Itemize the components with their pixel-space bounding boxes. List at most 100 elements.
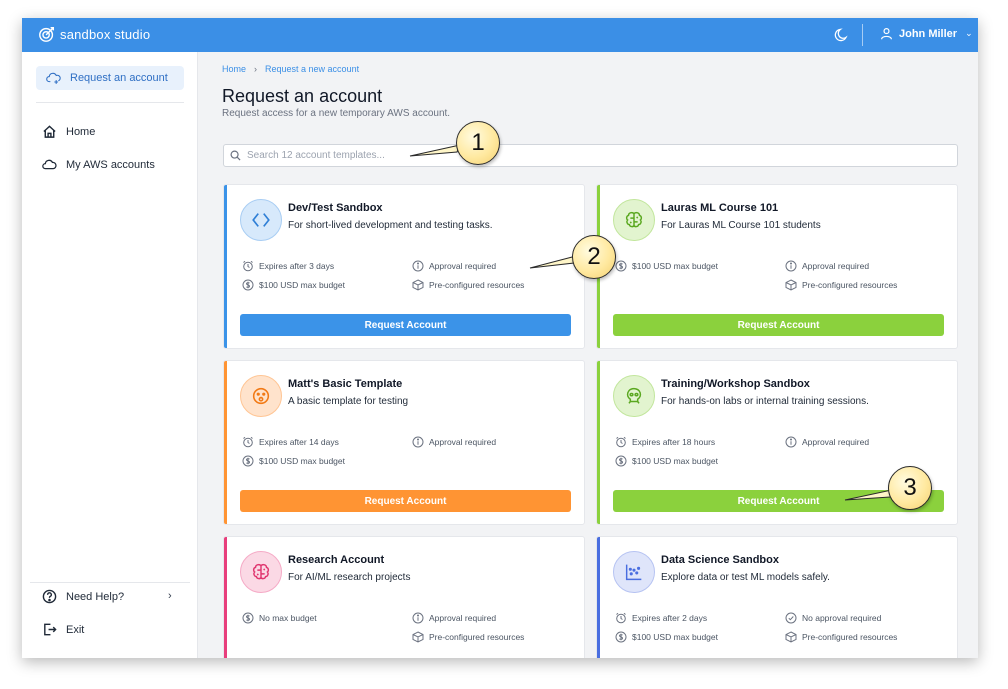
user-icon <box>881 28 892 40</box>
sidebar-item-need-help[interactable]: Need Help? <box>42 589 124 604</box>
dollar-circle-icon <box>615 455 627 467</box>
template-card-dev-test-sandbox[interactable]: Dev/Test Sandbox For short-lived develop… <box>223 184 585 349</box>
card-feature: Pre-configured resources <box>785 631 897 643</box>
sidebar: Request an account Home My AWS accounts … <box>22 52 198 658</box>
card-feature: Pre-configured resources <box>785 279 897 291</box>
cube-icon <box>412 631 424 643</box>
dollar-circle-icon <box>615 260 627 272</box>
card-description: A basic template for testing <box>288 396 409 407</box>
request-account-button[interactable]: Request Account <box>240 314 571 336</box>
card-description: For Lauras ML Course 101 students <box>661 220 821 231</box>
alarm-clock-icon <box>243 436 253 448</box>
card-title: Lauras ML Course 101 <box>661 202 779 214</box>
card-title: Data Science Sandbox <box>661 554 779 566</box>
check-circle-icon <box>785 612 797 624</box>
sidebar-item-label: Exit <box>66 623 85 636</box>
info-circle-icon <box>412 260 424 272</box>
dollar-circle-icon <box>242 279 254 291</box>
card-feature: No max budget <box>242 612 317 624</box>
card-feature: Expires after 14 days <box>242 436 339 448</box>
request-account-button[interactable]: Request Account <box>613 314 944 336</box>
card-description: Explore data or test ML models safely. <box>661 572 830 583</box>
chevron-right-icon: › <box>168 590 172 602</box>
sidebar-item-my-aws-accounts[interactable]: My AWS accounts <box>42 157 155 172</box>
cube-icon <box>785 631 797 643</box>
sidebar-item-label: Need Help? <box>66 590 125 603</box>
help-circle-icon <box>42 589 57 604</box>
chevron-right-icon: › <box>254 64 258 74</box>
card-icon <box>613 199 655 241</box>
sidebar-item-label: My AWS accounts <box>66 158 155 171</box>
breadcrumb: Home › Request a new account <box>222 64 359 74</box>
cloud-plus-icon <box>46 72 61 84</box>
cube-icon <box>785 279 797 291</box>
sidebar-item-home[interactable]: Home <box>42 124 95 139</box>
surprised-face-icon <box>252 387 270 405</box>
breadcrumb-current[interactable]: Request a new account <box>265 64 359 74</box>
card-feature: $100 USD max budget <box>615 455 718 467</box>
app-window: sandbox studio John Miller ⌄ Request an … <box>22 18 978 658</box>
breadcrumb-home-link[interactable]: Home <box>222 64 246 74</box>
alarm-clock-icon <box>243 260 253 272</box>
card-accent-bar <box>597 537 600 658</box>
search-box[interactable] <box>223 144 958 167</box>
card-feature: Approval required <box>785 260 869 272</box>
info-circle-icon <box>412 436 424 448</box>
callout-badge-3: 3 <box>888 466 932 510</box>
card-title: Dev/Test Sandbox <box>288 202 383 214</box>
top-bar: sandbox studio John Miller ⌄ <box>22 18 978 52</box>
info-circle-icon <box>412 612 424 624</box>
card-feature: Approval required <box>785 436 869 448</box>
alien-icon <box>626 387 642 404</box>
card-feature: No approval required <box>785 612 881 624</box>
card-description: For short-lived development and testing … <box>288 220 493 231</box>
user-name: John Miller <box>899 27 958 40</box>
sidebar-item-exit[interactable]: Exit <box>42 622 84 637</box>
template-card-lauras-ml-course[interactable]: Lauras ML Course 101 For Lauras ML Cours… <box>596 184 958 349</box>
card-accent-bar <box>224 361 227 524</box>
card-feature: Approval required <box>412 260 496 272</box>
home-icon <box>43 125 56 138</box>
dollar-circle-icon <box>615 631 627 643</box>
search-input[interactable] <box>247 150 927 161</box>
callout-badge-1: 1 <box>456 121 500 165</box>
request-account-nav-button[interactable]: Request an account <box>36 66 184 90</box>
page-title: Request an account <box>222 86 383 106</box>
search-icon <box>230 150 241 161</box>
sidebar-divider <box>30 582 190 583</box>
card-title: Training/Workshop Sandbox <box>661 378 810 390</box>
card-feature: $100 USD max budget <box>615 260 718 272</box>
main-content: Home › Request a new account Request an … <box>198 52 978 658</box>
card-description: For hands-on labs or internal training s… <box>661 396 869 407</box>
brain-icon <box>625 211 643 228</box>
page-subtitle: Request access for a new temporary AWS a… <box>222 108 451 119</box>
card-icon <box>613 551 655 593</box>
info-circle-icon <box>785 436 797 448</box>
card-feature: Expires after 2 days <box>615 612 707 624</box>
app-name: sandbox studio <box>60 26 151 42</box>
card-feature: Expires after 3 days <box>242 260 334 272</box>
chevron-down-icon: ⌄ <box>965 28 973 38</box>
request-account-button[interactable]: Request Account <box>240 490 571 512</box>
template-card-research-account[interactable]: Research Account For AI/ML research proj… <box>223 536 585 658</box>
card-feature: $100 USD max budget <box>615 631 718 643</box>
card-accent-bar <box>597 361 600 524</box>
dollar-circle-icon <box>242 455 254 467</box>
header-divider <box>862 24 863 46</box>
app-logo[interactable]: sandbox studio <box>38 25 150 43</box>
brain-icon <box>252 563 270 580</box>
card-feature: Expires after 18 hours <box>615 436 715 448</box>
card-accent-bar <box>224 185 227 348</box>
target-icon <box>39 26 55 42</box>
card-description: For AI/ML research projects <box>288 572 411 583</box>
user-menu[interactable]: John Miller ⌄ <box>880 27 973 40</box>
sidebar-divider <box>36 102 184 103</box>
card-icon <box>240 199 282 241</box>
card-feature: $100 USD max budget <box>242 279 345 291</box>
logout-icon <box>44 623 57 636</box>
template-card-matts-basic-template[interactable]: Matt's Basic Template A basic template f… <box>223 360 585 525</box>
code-icon <box>252 213 270 227</box>
template-card-data-science-sandbox[interactable]: Data Science Sandbox Explore data or tes… <box>596 536 958 658</box>
card-title: Research Account <box>288 554 385 566</box>
moon-icon[interactable] <box>834 27 850 43</box>
